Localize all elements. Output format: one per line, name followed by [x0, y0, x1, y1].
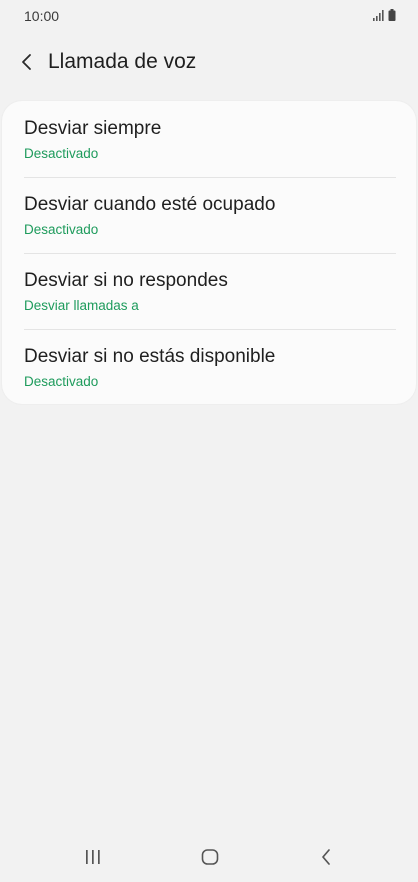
- page-title: Llamada de voz: [48, 50, 197, 73]
- home-button[interactable]: [190, 842, 230, 872]
- back-button[interactable]: [0, 40, 46, 84]
- item-status: Desactivado: [24, 222, 99, 237]
- item-status: Desactivado: [24, 374, 99, 389]
- recents-icon: [86, 850, 100, 864]
- signal-icon: [373, 10, 384, 21]
- status-bar: 10:00: [0, 0, 418, 34]
- item-title: Desviar cuando esté ocupado: [24, 194, 276, 215]
- list-item-forward-unreachable[interactable]: Desviar si no estás disponible Desactiva…: [2, 329, 416, 405]
- navigation-bar: [0, 830, 418, 882]
- back-icon: [322, 849, 330, 865]
- item-title: Desviar si no estás disponible: [24, 346, 276, 367]
- app-header: Llamada de voz: [0, 40, 418, 84]
- recents-button[interactable]: [73, 842, 113, 872]
- list-item-forward-busy[interactable]: Desviar cuando esté ocupado Desactivado: [2, 177, 416, 253]
- battery-icon: [388, 9, 396, 21]
- status-icons: [372, 9, 396, 21]
- item-status: Desactivado: [24, 146, 99, 161]
- home-icon: [201, 849, 219, 865]
- list-item-forward-always[interactable]: Desviar siempre Desactivado: [2, 101, 416, 177]
- chevron-left-icon: [22, 54, 31, 70]
- list-item-forward-no-answer[interactable]: Desviar si no respondes Desviar llamadas…: [2, 253, 416, 329]
- call-forwarding-list: Desviar siempre Desactivado Desviar cuan…: [2, 101, 416, 404]
- status-time: 10:00: [24, 8, 60, 24]
- item-status: Desviar llamadas a: [24, 298, 139, 313]
- item-title: Desviar si no respondes: [24, 270, 228, 291]
- item-title: Desviar siempre: [24, 118, 162, 139]
- nav-back-button[interactable]: [306, 842, 346, 872]
